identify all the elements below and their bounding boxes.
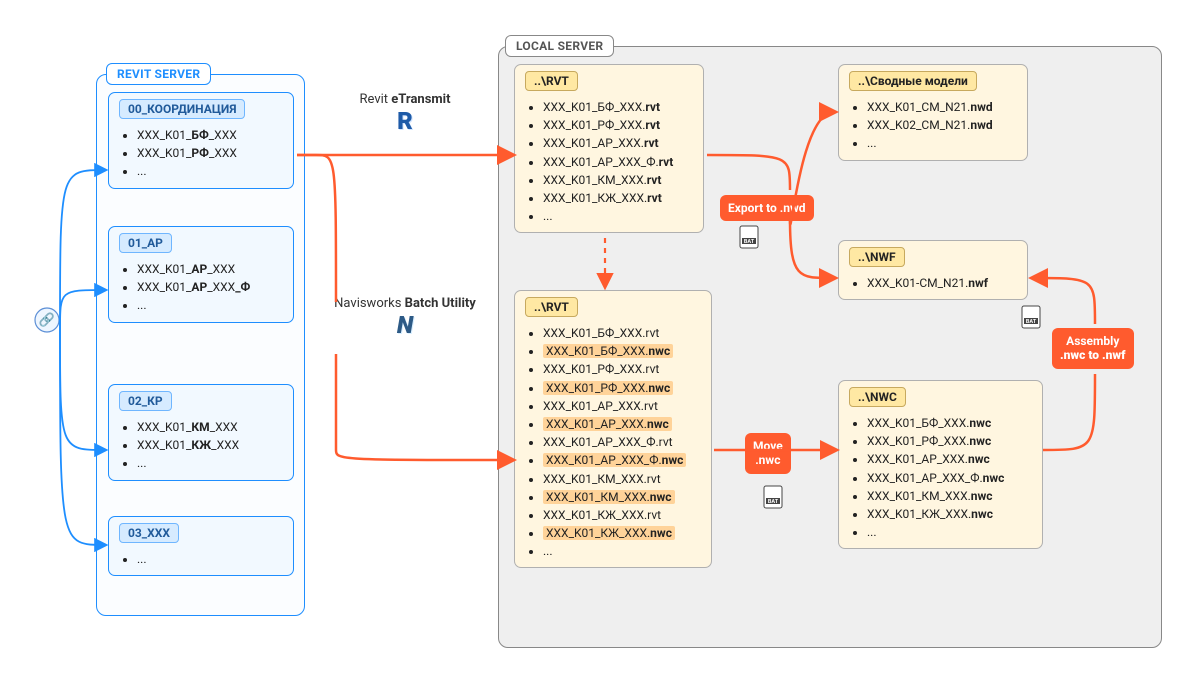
list-item: ... [543, 208, 693, 224]
action-move: Move.nwc [745, 433, 791, 474]
list-item: XXX_K01_БФ_XXX.nwc [543, 343, 701, 359]
card-coord-header: 00_КООРДИНАЦИЯ [119, 99, 245, 119]
list-item: XXX_K01_АР_XXX_Ф.rvt [543, 154, 693, 170]
card-coord: 00_КООРДИНАЦИЯ XXX_K01_БФ_XXX XXX_K01_РФ_… [108, 92, 294, 189]
local-region-label: LOCAL SERVER [505, 35, 614, 57]
list-item: XXX_K01_АР_XXX_Ф.nwc [867, 470, 1032, 486]
card-kr: 02_КР XXX_K01_КМ_XXX XXX_K01_КЖ_XXX... [108, 384, 294, 481]
list-item: XXX_K01-CM_N21.nwf [867, 275, 1017, 291]
list-item: XXX_K01_РФ_XXX.rvt [543, 361, 701, 377]
label-etransmit: Revit eTransmit R [335, 92, 475, 135]
label-batch: Navisworks Batch Utility N [318, 296, 492, 339]
list-item: XXX_K01_АР_XXX.nwc [867, 451, 1032, 467]
card-svod-header: ..\Сводные модели [849, 71, 977, 91]
list-item: XXX_K01_КЖ_XXX.nwc [543, 525, 701, 541]
revit-region-label: REVIT SERVER [106, 63, 211, 85]
list-item: XXX_K01_БФ_XXX [137, 127, 283, 143]
list-item: ... [867, 135, 1017, 151]
list-item: XXX_K01_РФ_XXX.nwc [867, 433, 1032, 449]
action-export: Export to .nwd [720, 195, 814, 221]
list-item: ... [137, 163, 283, 179]
list-item: XXX_K01_РФ_XXX.rvt [543, 117, 693, 133]
list-item: XXX_K01_АР_XXX.nwc [543, 416, 701, 432]
list-item: XXX_K01_КМ_XXX.nwc [867, 488, 1032, 504]
list-item: XXX_K01_КЖ_XXX.rvt [543, 190, 693, 206]
svg-text:🔗: 🔗 [39, 311, 55, 328]
card-nwf: ..\NWF XXX_K01-CM_N21.nwf [838, 240, 1028, 300]
list-item: XXX_K01_АР_XXX.rvt [543, 135, 693, 151]
card-rvt2-list: XXX_K01_БФ_XXX.rvt XXX_K01_БФ_XXX.nwc XXX_… [543, 325, 701, 559]
card-rvt1-header: ..\RVT [525, 71, 578, 91]
list-item: XXX_K01_РФ_XXX [137, 145, 283, 161]
navisworks-icon: N [397, 311, 413, 339]
link-icon: 🔗 [35, 308, 59, 332]
card-rvt2-header: ..\RVT [525, 297, 578, 317]
card-kr-header: 02_КР [119, 391, 172, 411]
list-item: XXX_K01_КЖ_XXX [137, 437, 283, 453]
card-coord-list: XXX_K01_БФ_XXX XXX_K01_РФ_XXX... [137, 127, 283, 180]
list-item: ... [867, 524, 1032, 540]
list-item: ... [543, 543, 701, 559]
list-item: XXX_K01_РФ_XXX.nwc [543, 380, 701, 396]
card-xxx-header: 03_XXX [119, 523, 179, 543]
card-rvt2: ..\RVT XXX_K01_БФ_XXX.rvtXXX_K01_БФ_XXX.… [514, 290, 712, 568]
list-item: XXX_K01_БФ_XXX.rvt [543, 99, 693, 115]
list-item: ... [137, 297, 283, 313]
list-item: ... [137, 551, 283, 567]
card-svod: ..\Сводные модели XXX_K01_CM_N21.nwdXXX_… [838, 64, 1028, 161]
list-item: XXX_K01_КЖ_XXX.rvt [543, 507, 701, 523]
action-assembly: Assembly.nwc to .nwf [1052, 328, 1134, 369]
card-kr-list: XXX_K01_КМ_XXX XXX_K01_КЖ_XXX... [137, 419, 283, 472]
card-ar-list: XXX_K01_АР_XXX XXX_K01_АР_XXX_Ф... [137, 261, 283, 314]
card-svod-list: XXX_K01_CM_N21.nwd XXX_K02_CM_N21.nwd... [867, 99, 1017, 152]
list-item: XXX_K01_АР_XXX.rvt [543, 398, 701, 414]
list-item: XXX_K01_БФ_XXX.rvt [543, 325, 701, 341]
list-item: XXX_K01_CM_N21.nwd [867, 99, 1017, 115]
card-ar: 01_АР XXX_K01_АР_XXX XXX_K01_АР_XXX_Ф... [108, 226, 294, 323]
list-item: XXX_K01_КМ_XXX.nwc [543, 489, 701, 505]
list-item: XXX_K01_АР_XXX_Ф.rvt [543, 434, 701, 450]
list-item: XXX_K01_КМ_XXX.rvt [543, 172, 693, 188]
revit-icon: R [397, 107, 413, 135]
card-xxx-list: ... [137, 551, 283, 567]
list-item: XXX_K01_АР_XXX [137, 261, 283, 277]
list-item: XXX_K01_АР_XXX_Ф.nwc [543, 452, 701, 468]
card-nwf-list: XXX_K01-CM_N21.nwf [867, 275, 1017, 291]
card-nwc-list: XXX_K01_БФ_XXX.nwc XXX_K01_РФ_XXX.nwc XXX_… [867, 415, 1032, 540]
list-item: XXX_K02_CM_N21.nwd [867, 117, 1017, 133]
card-ar-header: 01_АР [119, 233, 172, 253]
card-nwc: ..\NWC XXX_K01_БФ_XXX.nwc XXX_K01_РФ_XXX.… [838, 380, 1043, 549]
card-nwf-header: ..\NWF [849, 247, 905, 267]
card-rvt1-list: XXX_K01_БФ_XXX.rvt XXX_K01_РФ_XXX.rvt XXX_… [543, 99, 693, 224]
card-xxx: 03_XXX ... [108, 516, 294, 576]
card-rvt1: ..\RVT XXX_K01_БФ_XXX.rvt XXX_K01_РФ_XXX.… [514, 64, 704, 233]
list-item: XXX_K01_АР_XXX_Ф [137, 279, 283, 295]
list-item: ... [137, 455, 283, 471]
list-item: XXX_K01_БФ_XXX.nwc [867, 415, 1032, 431]
list-item: XXX_K01_КМ_XXX.rvt [543, 471, 701, 487]
card-nwc-header: ..\NWC [849, 387, 906, 407]
list-item: XXX_K01_КЖ_XXX.nwc [867, 506, 1032, 522]
list-item: XXX_K01_КМ_XXX [137, 419, 283, 435]
